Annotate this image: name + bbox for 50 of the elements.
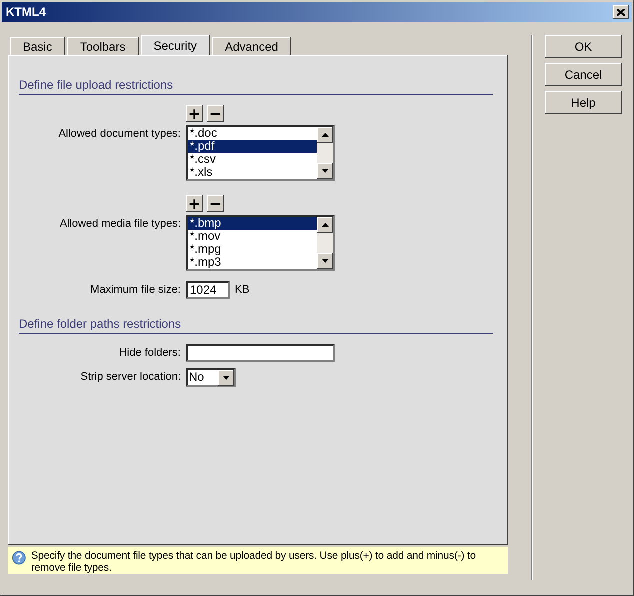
help-text: Specify the document file types that can be uploaded by users. Use plus(+) to add and minus(-) to remove file types.	[31, 550, 478, 571]
scrollbar[interactable]	[317, 127, 333, 179]
up-arrow-icon	[322, 223, 328, 227]
down-arrow-icon	[322, 259, 328, 263]
section-heading: Define file upload restrictions	[19, 78, 493, 95]
dropdown-value: No	[188, 370, 204, 385]
add-button[interactable]: +	[186, 195, 203, 212]
dropdown[interactable]: No	[186, 368, 236, 387]
tab[interactable]: Advanced	[212, 37, 292, 55]
list-item[interactable]: *.mpg	[188, 243, 317, 256]
field-label: Strip server location:	[80, 370, 181, 383]
list-item[interactable]: *.xls	[188, 166, 317, 179]
close-icon	[617, 8, 625, 16]
field-label: Allowed media file types:	[58, 217, 181, 230]
list-item[interactable]: *.mov	[188, 230, 317, 243]
down-arrow-icon	[322, 169, 328, 173]
remove-button[interactable]: −	[207, 195, 224, 212]
list-item[interactable]: *.bmp	[188, 217, 317, 230]
dialog-button[interactable]: OK	[545, 35, 622, 58]
list-item[interactable]: *.mp3	[188, 256, 317, 269]
tab[interactable]: Basic	[10, 37, 66, 55]
unit-label: KB	[235, 284, 250, 296]
help-icon	[12, 550, 26, 566]
field-label: Hide folders:	[118, 346, 181, 359]
dialog-button[interactable]: Cancel	[545, 63, 622, 86]
list-item[interactable]: *.csv	[188, 153, 317, 166]
down-arrow-icon	[222, 376, 230, 380]
remove-button[interactable]: −	[207, 105, 224, 122]
file-type-list[interactable]: *.doc *.pdf *.csv *.xls	[186, 125, 335, 181]
file-type-list[interactable]: *.bmp *.mov *.mpg *.mp3	[186, 215, 335, 271]
field-label: Allowed document types:	[58, 127, 181, 140]
field-label: Maximum file size:	[90, 283, 181, 296]
scroll-down-button[interactable]	[317, 253, 333, 269]
text-field[interactable]	[186, 344, 335, 362]
up-arrow-icon	[322, 133, 328, 137]
scroll-up-button[interactable]	[317, 217, 333, 233]
dropdown-button[interactable]	[218, 370, 234, 386]
scroll-up-button[interactable]	[317, 127, 333, 143]
window-title: KTML4	[6, 5, 46, 19]
text-field[interactable]: 1024	[186, 281, 230, 299]
add-button[interactable]: +	[186, 105, 203, 122]
list-item[interactable]: *.pdf	[188, 140, 317, 153]
section-heading: Define folder paths restrictions	[19, 317, 493, 334]
scroll-down-button[interactable]	[317, 163, 333, 179]
list-item[interactable]: *.doc	[188, 127, 317, 140]
scrollbar[interactable]	[317, 217, 333, 269]
close-button[interactable]	[613, 5, 629, 19]
dialog-button[interactable]: Help	[545, 91, 622, 114]
tab[interactable]: Toolbars	[67, 37, 139, 55]
tab[interactable]: Security	[140, 35, 210, 55]
